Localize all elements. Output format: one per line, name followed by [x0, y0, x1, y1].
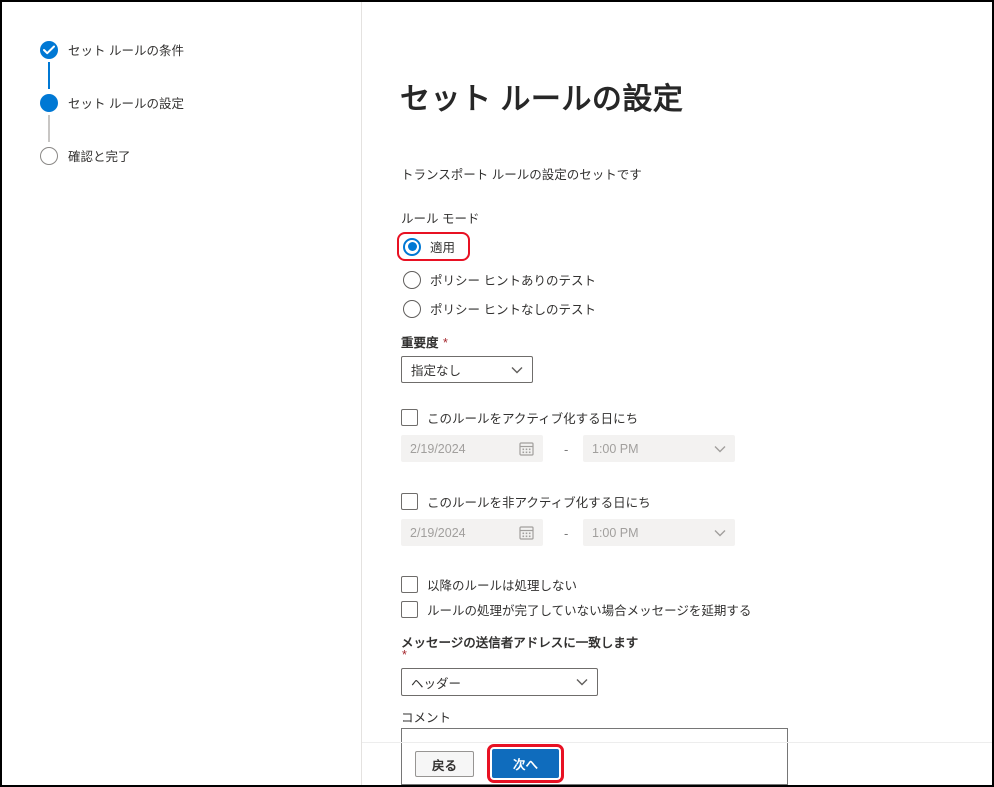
chevron-down-icon	[576, 678, 588, 686]
comment-label: コメント	[401, 707, 451, 726]
chevron-down-icon	[511, 366, 523, 374]
defer-message-checkbox-row[interactable]: ルールの処理が完了していない場合メッセージを延期する	[401, 600, 751, 619]
sender-match-label: メッセージの送信者アドレスに一致します	[401, 632, 638, 651]
deactivate-time-value: 1:00 PM	[592, 526, 639, 540]
page-title: セット ルールの設定	[400, 74, 683, 118]
rule-mode-option-test-without-tips[interactable]: ポリシー ヒントなしのテスト	[403, 299, 596, 318]
calendar-icon	[519, 441, 534, 456]
defer-message-label: ルールの処理が完了していない場合メッセージを延期する	[427, 600, 751, 619]
required-asterisk: *	[402, 648, 407, 662]
step-label: 確認と完了	[68, 146, 131, 165]
checkbox-unchecked-icon[interactable]	[401, 576, 418, 593]
wizard-page: セット ルールの条件 セット ルールの設定 確認と完了 セット ルールの設定 ト…	[0, 0, 994, 787]
deactivate-date-checkbox-row[interactable]: このルールを非アクティブ化する日にち	[401, 492, 651, 511]
stop-processing-label: 以降のルールは処理しない	[427, 575, 577, 594]
rule-mode-option-apply-highlight: 適用	[397, 232, 470, 261]
step-connector	[48, 62, 50, 89]
page-subtitle: トランスポート ルールの設定のセットです	[401, 164, 642, 183]
step-settings[interactable]: セット ルールの設定	[40, 93, 184, 112]
severity-select-value: 指定なし	[411, 360, 461, 379]
next-button-highlight: 次へ	[487, 744, 564, 783]
checkbox-unchecked-icon[interactable]	[401, 409, 418, 426]
back-button[interactable]: 戻る	[415, 751, 474, 777]
step-label: セット ルールの条件	[68, 40, 184, 59]
activate-date-value: 2/19/2024	[410, 442, 466, 456]
severity-label: 重要度	[401, 336, 439, 350]
step-current-dot-icon	[40, 94, 58, 112]
rule-mode-option-apply[interactable]: 適用	[403, 237, 455, 256]
next-button[interactable]: 次へ	[492, 749, 559, 778]
sender-match-select-value: ヘッダー	[411, 673, 461, 692]
step-connector	[48, 115, 50, 142]
radio-label: ポリシー ヒントありのテスト	[430, 270, 596, 289]
radio-unselected-icon	[403, 271, 421, 289]
radio-label: 適用	[430, 237, 455, 256]
footer-divider	[362, 742, 992, 743]
severity-select[interactable]: 指定なし	[401, 356, 533, 383]
required-asterisk: *	[443, 336, 448, 350]
activate-time-select: 1:00 PM	[583, 435, 735, 462]
radio-unselected-icon	[403, 300, 421, 318]
radio-label: ポリシー ヒントなしのテスト	[430, 299, 596, 318]
step-conditions[interactable]: セット ルールの条件	[40, 40, 184, 59]
activate-date-input: 2/19/2024	[401, 435, 543, 462]
rule-mode-label: ルール モード	[401, 208, 479, 227]
severity-label-row: 重要度 *	[401, 332, 448, 352]
radio-selected-icon	[403, 238, 421, 256]
deactivate-date-value: 2/19/2024	[410, 526, 466, 540]
activate-time-value: 1:00 PM	[592, 442, 639, 456]
rule-mode-option-test-with-tips[interactable]: ポリシー ヒントありのテスト	[403, 270, 596, 289]
step-label: セット ルールの設定	[68, 93, 184, 112]
activate-date-label: このルールをアクティブ化する日にち	[427, 408, 638, 427]
calendar-icon	[519, 525, 534, 540]
deactivate-date-label: このルールを非アクティブ化する日にち	[427, 492, 651, 511]
sidebar-divider	[361, 2, 362, 785]
chevron-down-icon	[714, 445, 726, 453]
step-upcoming-circle-icon	[40, 147, 58, 165]
deactivate-time-select: 1:00 PM	[583, 519, 735, 546]
stop-processing-checkbox-row[interactable]: 以降のルールは処理しない	[401, 575, 577, 594]
date-time-separator: -	[564, 526, 568, 541]
activate-date-checkbox-row[interactable]: このルールをアクティブ化する日にち	[401, 408, 638, 427]
step-completed-check-icon	[40, 41, 58, 59]
checkbox-unchecked-icon[interactable]	[401, 601, 418, 618]
deactivate-date-input: 2/19/2024	[401, 519, 543, 546]
checkbox-unchecked-icon[interactable]	[401, 493, 418, 510]
sender-match-select[interactable]: ヘッダー	[401, 668, 598, 696]
date-time-separator: -	[564, 442, 568, 457]
step-review[interactable]: 確認と完了	[40, 146, 131, 165]
chevron-down-icon	[714, 529, 726, 537]
